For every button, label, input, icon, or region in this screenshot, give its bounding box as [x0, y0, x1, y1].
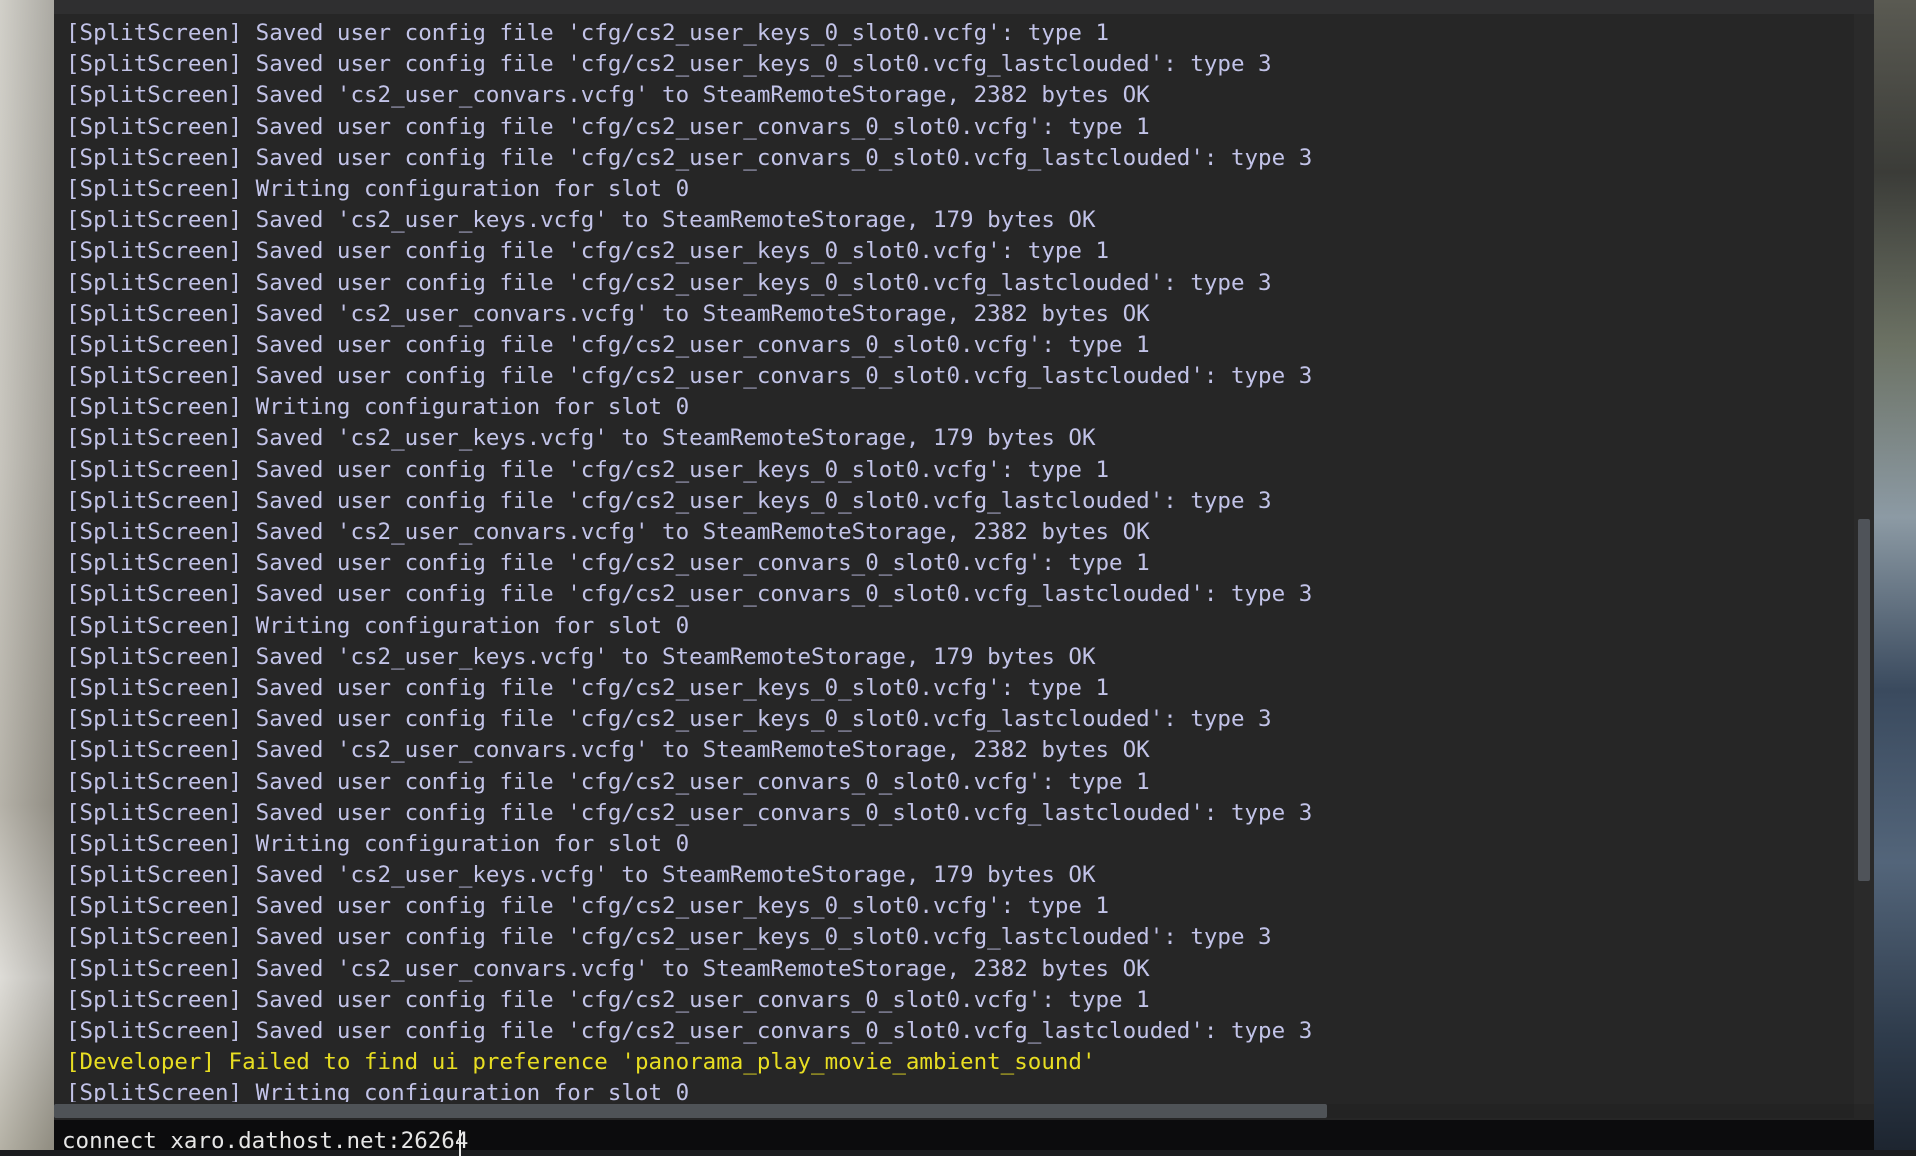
horizontal-scrollbar[interactable] [54, 1104, 1854, 1118]
log-line-warning: [Developer] Failed to find ui preference… [66, 1049, 1096, 1076]
console-command-input[interactable] [62, 1126, 1842, 1156]
log-line: [SplitScreen] Writing configuration for … [66, 394, 690, 421]
log-line: [SplitScreen] Saved 'cs2_user_keys.vcfg'… [66, 425, 1096, 452]
log-line: [SplitScreen] Saved user config file 'cf… [66, 1018, 1313, 1044]
log-line: [SplitScreen] Saved user config file 'cf… [66, 768, 1150, 795]
log-line: [SplitScreen] Saved user config file 'cf… [66, 51, 1272, 78]
log-line: [SplitScreen] Saved 'cs2_user_convars.vc… [66, 955, 1150, 982]
developer-console: [SplitScreen] Saved user config file 'cf… [54, 0, 1874, 1156]
log-line: [SplitScreen] Saved user config file 'cf… [66, 238, 1110, 265]
log-line: [SplitScreen] Saved user config file 'cf… [66, 331, 1150, 358]
horizontal-scrollbar-thumb[interactable] [54, 1104, 1327, 1118]
console-log: [SplitScreen] Saved user config file 'cf… [66, 18, 1836, 1102]
vertical-scrollbar[interactable] [1854, 14, 1874, 1104]
log-line: [SplitScreen] Saved user config file 'cf… [66, 986, 1150, 1013]
console-title-bar [54, 0, 1874, 14]
log-line: [SplitScreen] Saved user config file 'cf… [66, 113, 1150, 140]
log-line: [SplitScreen] Saved user config file 'cf… [66, 487, 1272, 514]
console-input-bar [54, 1120, 1874, 1156]
log-line: [SplitScreen] Saved user config file 'cf… [66, 799, 1313, 826]
log-line: [SplitScreen] Writing configuration for … [66, 175, 690, 202]
log-line: [SplitScreen] Writing configuration for … [66, 830, 690, 857]
log-line: [SplitScreen] Saved user config file 'cf… [66, 550, 1150, 577]
log-line: [SplitScreen] Saved user config file 'cf… [66, 706, 1272, 733]
log-line: [SplitScreen] Saved user config file 'cf… [66, 363, 1313, 390]
log-line: [SplitScreen] Saved user config file 'cf… [66, 144, 1313, 171]
log-line: [SplitScreen] Saved 'cs2_user_convars.vc… [66, 300, 1150, 327]
log-line: [SplitScreen] Saved user config file 'cf… [66, 893, 1110, 920]
log-line: [SplitScreen] Saved user config file 'cf… [66, 674, 1110, 701]
game-background-right [1874, 0, 1916, 1150]
log-line: [SplitScreen] Saved user config file 'cf… [66, 456, 1110, 483]
text-cursor [459, 1130, 461, 1156]
log-line: [SplitScreen] Saved user config file 'cf… [66, 924, 1272, 951]
log-line: [SplitScreen] Saved 'cs2_user_convars.vc… [66, 519, 1150, 545]
vertical-scrollbar-thumb[interactable] [1858, 519, 1870, 881]
log-line: [SplitScreen] Saved user config file 'cf… [66, 269, 1272, 296]
log-line: [SplitScreen] Saved 'cs2_user_keys.vcfg'… [66, 862, 1096, 889]
log-line: [SplitScreen] Saved 'cs2_user_convars.vc… [66, 737, 1150, 764]
log-line: [SplitScreen] Writing configuration for … [66, 1080, 690, 1102]
log-line: [SplitScreen] Saved 'cs2_user_keys.vcfg'… [66, 643, 1096, 670]
log-line: [SplitScreen] Saved user config file 'cf… [66, 581, 1313, 608]
log-line: [SplitScreen] Saved 'cs2_user_convars.vc… [66, 82, 1150, 109]
log-line: [SplitScreen] Saved 'cs2_user_keys.vcfg'… [66, 207, 1096, 234]
game-background-left [0, 0, 54, 1150]
log-line: [SplitScreen] Writing configuration for … [66, 612, 690, 639]
log-line: [SplitScreen] Saved user config file 'cf… [66, 20, 1110, 46]
